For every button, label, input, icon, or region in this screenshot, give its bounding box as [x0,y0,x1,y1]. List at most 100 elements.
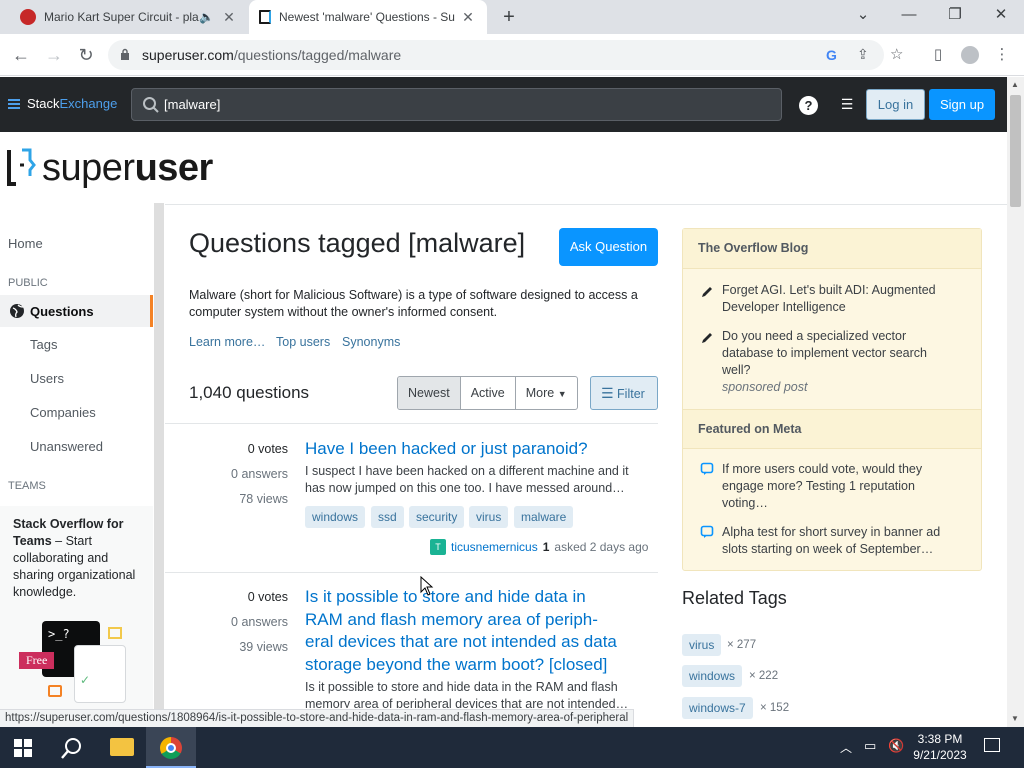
page-title: Questions tagged [malware] [189,228,526,258]
help-icon[interactable]: ? [799,96,818,115]
restore-button[interactable]: ❐ [932,0,978,30]
filter-lines-icon: ☰ [601,385,614,401]
close-tab-icon[interactable]: ✕ [220,9,238,26]
tag-security[interactable]: security [409,506,465,528]
share-icon[interactable]: ⇪ [857,46,869,63]
teams-promo-text[interactable]: Stack Overflow for Teams – Start collabo… [13,516,151,601]
question-excerpt: I suspect I have been hacked on a differ… [305,464,629,495]
search-input[interactable]: [malware] [131,88,782,121]
sponsored-label: sponsored post [722,380,808,394]
meta-item-link[interactable]: Alpha test for short survey in banner ad… [722,524,957,558]
new-tab-button[interactable]: + [497,6,521,28]
address-bar[interactable]: superuser.com/questions/tagged/malware G… [108,40,903,70]
speech-bubble-icon [108,627,122,639]
votes-text: 0 votes [247,590,288,604]
browser-tab-superuser[interactable]: Newest 'malware' Questions - Su ✕ [249,0,487,34]
tag-windows[interactable]: windows [305,506,366,528]
meta-chat-icon [700,525,714,538]
user-reputation: 1 [542,540,550,554]
tab-search-chevron-icon[interactable]: ⌄ [840,0,886,30]
superuser-logo[interactable]: superuser [6,144,213,192]
question-title-link[interactable]: Is it possible to store and hide data in… [305,586,635,676]
synonyms-link[interactable]: Synonyms [342,335,400,349]
hamburger-icon [8,98,20,109]
blog-item-link[interactable]: Do you need a specialized vector databas… [722,328,957,379]
related-tag-count: × 222 [749,670,779,682]
tag-malware[interactable]: malware [514,506,574,528]
question-count: 1,040 questions [189,383,310,402]
question-divider [165,423,658,424]
nav-teams-heading: TEAMS [8,480,46,492]
question-views: 39 views [239,640,288,654]
speaker-icon[interactable]: 🔈 [199,10,214,24]
reload-icon[interactable]: ↻ [73,42,99,68]
filter-button[interactable]: ☰ Filter [590,376,658,410]
tag-ssd[interactable]: ssd [371,506,404,528]
file-explorer-icon[interactable] [110,738,134,756]
teams-illustration: >_? ✓ Free [18,621,128,706]
site-switcher-icon[interactable]: ☰ [837,96,857,114]
clock-time: 3:38 PM [917,732,963,746]
profile-avatar-icon[interactable] [957,42,983,68]
top-users-link[interactable]: Top users [276,335,330,349]
chrome-taskbar-button[interactable] [146,727,196,768]
close-window-button[interactable]: ✕ [978,0,1024,30]
notification-icon[interactable] [984,738,1000,752]
related-tag-windows[interactable]: windows [682,665,743,687]
taskbar-clock[interactable]: 3:38 PM 9/21/2023 [910,731,970,763]
related-tag-windows-7[interactable]: windows-7 [682,697,753,719]
volume-muted-icon[interactable]: 🔇 [888,738,904,754]
search-icon[interactable] [60,736,84,760]
tab-title: Mario Kart Super Circuit - pla [44,10,199,24]
windows-taskbar: ︿ ▭ 🔇 3:38 PM 9/21/2023 [0,727,1024,768]
pencil-icon [702,333,712,343]
question-title-line: eral devices that are not intended as da… [305,632,617,651]
nav-public-heading: PUBLIC [8,277,48,289]
nav-questions[interactable]: Questions [0,295,153,327]
close-tab-icon[interactable]: ✕ [459,9,477,26]
user-avatar[interactable]: T [430,539,446,555]
free-badge: Free [19,652,55,669]
minimize-button[interactable]: — [886,0,932,30]
meta-item-link[interactable]: If more users could vote, would they eng… [722,461,957,512]
side-panel-icon[interactable]: ▯ [925,42,951,68]
related-tag-virus[interactable]: virus [682,634,722,656]
sort-active-tab[interactable]: Active [461,377,516,409]
sort-more-dropdown[interactable]: More ▼ [516,377,577,409]
sort-more-label: More [525,386,555,400]
asked-time: asked 2 days ago [554,540,649,554]
logo-super: super [42,146,135,189]
browser-tab-mario[interactable]: Mario Kart Super Circuit - pla 🔈 ✕ [10,0,248,34]
bookmark-star-icon[interactable]: ☆ [890,45,903,63]
scroll-down-arrow-icon[interactable]: ▼ [1011,714,1019,723]
learn-more-link[interactable]: Learn more… [189,335,265,349]
back-arrow-icon[interactable]: ← [8,42,34,68]
question-divider [165,572,658,573]
lock-icon [121,48,129,60]
login-button[interactable]: Log in [866,89,925,120]
signup-button[interactable]: Sign up [929,89,995,120]
sort-newest-tab[interactable]: Newest [398,377,461,409]
ask-question-button[interactable]: Ask Question [559,228,658,266]
sort-tabs: Newest Active More ▼ [397,376,578,410]
tray-chevron-up-icon[interactable]: ︿ [840,739,852,756]
chrome-menu-icon[interactable]: ⋮ [989,42,1015,68]
related-tags-title: Related Tags [682,588,787,608]
stackexchange-logo[interactable]: Stack Exchange [8,96,117,111]
blog-item-link[interactable]: Forget AGI. Let's built ADI: Augmented D… [722,282,957,316]
logo-exchange-text: Exchange [59,96,118,111]
mario-favicon-icon [20,9,36,25]
question-title-link[interactable]: Have I been hacked or just paranoid? [305,438,635,461]
windows-start-icon[interactable] [14,739,32,757]
scrollbar-thumb[interactable] [1010,95,1021,207]
nav-home[interactable]: Home [8,236,161,251]
google-lens-icon[interactable]: G [826,47,837,63]
scroll-up-arrow-icon[interactable]: ▲ [1011,80,1019,89]
globe-icon [10,304,24,318]
forward-arrow-icon[interactable]: → [41,42,67,68]
network-icon[interactable]: ▭ [864,738,876,754]
search-value: [malware] [164,97,221,112]
question-title-line: storage beyond the warm boot? [closed] [305,654,608,674]
user-name-link[interactable]: ticusnemernicus [451,540,538,554]
tag-virus[interactable]: virus [469,506,509,528]
